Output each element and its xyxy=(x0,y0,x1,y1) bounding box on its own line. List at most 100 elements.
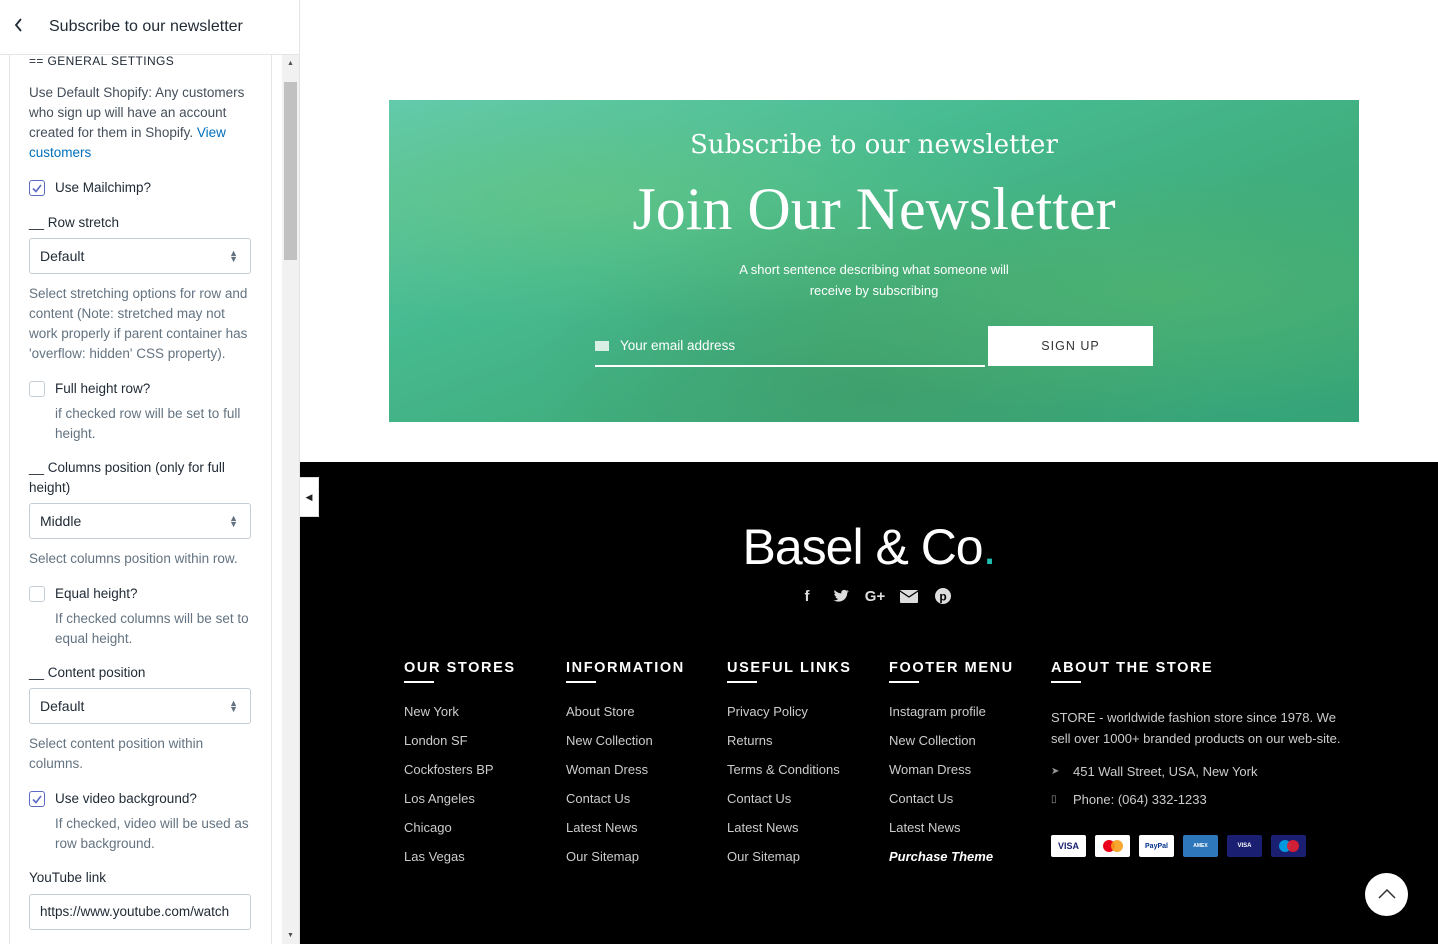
footer-link[interactable]: Returns xyxy=(727,733,851,762)
footer-link[interactable]: Instagram profile xyxy=(889,704,1014,733)
columns-position-select[interactable]: Middle ▲ ▼ xyxy=(29,503,251,539)
google-plus-icon[interactable]: G+ xyxy=(865,587,885,605)
newsletter-subtitle: Subscribe to our newsletter xyxy=(690,130,1058,160)
footer-link[interactable]: Cockfosters BP xyxy=(404,762,516,791)
caret-left-icon: ◀ xyxy=(305,491,313,502)
pinterest-icon[interactable]: p xyxy=(934,587,952,605)
panel-scrollbar[interactable]: ▲ ▼ xyxy=(282,55,299,944)
purchase-theme-link[interactable]: Purchase Theme xyxy=(889,849,1014,878)
mobile-phone-icon: ▯ xyxy=(1051,793,1057,805)
footer-link[interactable]: New Collection xyxy=(566,733,685,762)
video-background-checkbox[interactable]: Use video background? xyxy=(29,788,251,810)
settings-scroll-area[interactable]: == GENERAL SETTINGS Use Default Shopify:… xyxy=(9,55,272,944)
select-caret-icon: ▲ ▼ xyxy=(229,513,238,529)
newsletter-description: A short sentence describing what someone… xyxy=(739,262,1009,298)
row-stretch-hint: Select stretching options for row and co… xyxy=(29,286,248,361)
scroll-down-arrow-icon[interactable]: ▼ xyxy=(282,927,299,944)
payment-methods: VISA PayPal AMEX VISA xyxy=(1051,835,1341,857)
facebook-icon[interactable]: f xyxy=(798,587,816,605)
content-position-label: __ Content position xyxy=(29,665,146,680)
panel-header: Subscribe to our newsletter xyxy=(0,0,300,55)
back-button[interactable] xyxy=(0,0,38,55)
footer-link[interactable]: Latest News xyxy=(727,820,851,849)
content-position-hint: Select content position within columns. xyxy=(29,736,204,771)
full-height-checkbox[interactable]: Full height row? xyxy=(29,378,251,400)
paypal-icon: PayPal xyxy=(1139,835,1174,857)
twitter-icon[interactable] xyxy=(832,587,850,605)
footer-link[interactable]: About Store xyxy=(566,704,685,733)
row-stretch-select[interactable]: Default ▲ ▼ xyxy=(29,238,251,274)
logo[interactable]: Basel & Co. xyxy=(300,518,1438,576)
column-heading: USEFUL LINKS xyxy=(727,660,852,676)
newsletter-title: Join Our Newsletter xyxy=(632,176,1116,242)
footer-link[interactable]: Terms & Conditions xyxy=(727,762,851,791)
section-heading: == GENERAL SETTINGS xyxy=(29,55,175,68)
email-input[interactable]: Your email address xyxy=(595,326,985,367)
footer-link[interactable]: Contact Us xyxy=(566,791,685,820)
full-height-hint: if checked row will be set to full heigh… xyxy=(55,406,241,441)
intro-text: Use Default Shopify: Any customers who s… xyxy=(29,85,245,160)
american-express-icon: AMEX xyxy=(1183,835,1218,857)
envelope-icon[interactable] xyxy=(900,587,918,605)
footer-link[interactable]: Latest News xyxy=(889,820,1014,849)
email-placeholder: Your email address xyxy=(620,338,736,353)
footer-column-useful-links: USEFUL LINKS Privacy Policy Returns Term… xyxy=(727,660,851,878)
footer-link[interactable]: Contact Us xyxy=(889,791,1014,820)
sign-up-button[interactable]: SIGN UP xyxy=(988,326,1153,366)
maestro-icon xyxy=(1271,835,1306,857)
footer-link[interactable]: Our Sitemap xyxy=(566,849,685,878)
footer-link[interactable]: Privacy Policy xyxy=(727,704,851,733)
footer-link[interactable]: London SF xyxy=(404,733,516,762)
columns-position-label: __ Columns position (only for full heigh… xyxy=(29,460,225,495)
equal-height-checkbox[interactable]: Equal height? xyxy=(29,583,251,605)
scroll-thumb[interactable] xyxy=(284,82,297,260)
column-heading: FOOTER MENU xyxy=(889,660,1014,676)
visa-electron-icon: VISA xyxy=(1227,835,1262,857)
checkbox-empty-icon xyxy=(29,586,45,602)
row-stretch-label: __ Row stretch xyxy=(29,215,120,230)
youtube-link-input[interactable]: https://www.youtube.com/watch xyxy=(29,894,251,930)
collapse-sidebar-button[interactable]: ◀ xyxy=(300,477,319,517)
footer-column-footer-menu: FOOTER MENU Instagram profile New Collec… xyxy=(889,660,1014,878)
footer-link[interactable]: Woman Dress xyxy=(566,762,685,791)
heading-underline xyxy=(404,681,434,683)
location-arrow-icon: ➤ xyxy=(1051,765,1060,777)
video-background-hint: If checked, video will be used as row ba… xyxy=(55,816,249,851)
footer-link[interactable]: New York xyxy=(404,704,516,733)
youtube-link-label: YouTube link xyxy=(29,870,107,885)
heading-underline xyxy=(727,681,757,683)
footer-link[interactable]: New Collection xyxy=(889,733,1014,762)
address-line: ➤ 451 Wall Street, USA, New York xyxy=(1051,763,1258,779)
footer-link[interactable]: Latest News xyxy=(566,820,685,849)
columns-position-hint: Select columns position within row. xyxy=(29,551,238,566)
scroll-to-top-button[interactable] xyxy=(1365,873,1408,916)
heading-underline xyxy=(889,681,919,683)
footer: Basel & Co. f G+ p OUR STORES New York L… xyxy=(300,462,1438,944)
footer-link[interactable]: Woman Dress xyxy=(889,762,1014,791)
svg-text:p: p xyxy=(939,590,946,604)
footer-link[interactable]: Contact Us xyxy=(727,791,851,820)
mastercard-icon xyxy=(1095,835,1130,857)
social-links: f G+ p xyxy=(798,587,952,605)
select-caret-icon: ▲ ▼ xyxy=(229,248,238,264)
column-heading: INFORMATION xyxy=(566,660,685,676)
chevron-left-icon xyxy=(14,17,24,37)
checkbox-checked-icon xyxy=(29,180,45,196)
footer-link[interactable]: Las Vegas xyxy=(404,849,516,878)
phone-line: ▯ Phone: (064) 332-1233 xyxy=(1051,791,1207,807)
store-preview: Subscribe to our newsletter Join Our New… xyxy=(300,0,1438,944)
select-caret-icon: ▲ ▼ xyxy=(229,698,238,714)
scroll-up-arrow-icon[interactable]: ▲ xyxy=(282,55,299,72)
footer-link[interactable]: Our Sitemap xyxy=(727,849,851,878)
use-mailchimp-checkbox[interactable]: Use Mailchimp? xyxy=(29,177,251,199)
footer-column-our-stores: OUR STORES New York London SF Cockfoster… xyxy=(404,660,516,878)
content-position-select[interactable]: Default ▲ ▼ xyxy=(29,688,251,724)
chevron-up-icon xyxy=(1377,886,1396,904)
heading-underline xyxy=(566,681,596,683)
footer-column-information: INFORMATION About Store New Collection W… xyxy=(566,660,685,878)
heading-underline xyxy=(1051,681,1081,683)
panel-title: Subscribe to our newsletter xyxy=(49,18,243,35)
footer-link[interactable]: Chicago xyxy=(404,820,516,849)
footer-link[interactable]: Los Angeles xyxy=(404,791,516,820)
checkbox-checked-icon xyxy=(29,791,45,807)
